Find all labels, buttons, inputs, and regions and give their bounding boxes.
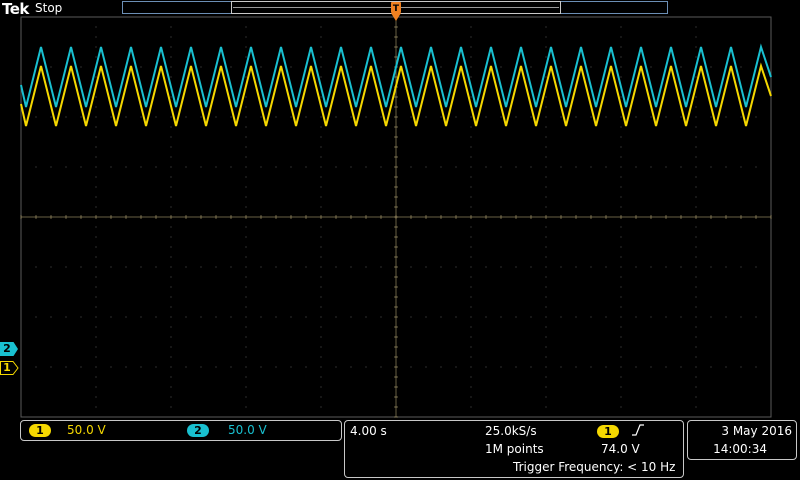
svg-text:T: T bbox=[393, 4, 400, 14]
trigger-slope-icon[interactable] bbox=[631, 423, 645, 437]
oscilloscope-screen: Tek Stop T 2 1 1 50.0 V 2 50.0 V 4.00 s … bbox=[0, 0, 800, 480]
ch1-ground-marker[interactable]: 1 bbox=[0, 361, 18, 375]
ch2-scale[interactable]: 50.0 V bbox=[228, 423, 267, 437]
record-length: 1M points bbox=[485, 442, 544, 456]
datetime-panel: 3 May 2016 14:00:34 bbox=[687, 420, 797, 460]
trigger-level[interactable]: 74.0 V bbox=[601, 442, 640, 456]
waveform-display[interactable]: T bbox=[0, 0, 800, 420]
ch1-scale[interactable]: 50.0 V bbox=[67, 423, 106, 437]
sample-rate: 25.0kS/s bbox=[485, 424, 537, 438]
trigger-frequency: Trigger Frequency: < 10 Hz bbox=[513, 460, 676, 474]
time-readout: 14:00:34 bbox=[713, 442, 767, 456]
horizontal-trigger-panel[interactable]: 4.00 s 25.0kS/s 1M points 1 74.0 V Trigg… bbox=[344, 420, 684, 478]
channel-readout-panel[interactable]: 1 50.0 V 2 50.0 V bbox=[20, 420, 342, 441]
time-per-division[interactable]: 4.00 s bbox=[350, 424, 387, 438]
date-readout: 3 May 2016 bbox=[721, 424, 792, 438]
ch2-badge[interactable]: 2 bbox=[187, 424, 209, 437]
ch1-badge[interactable]: 1 bbox=[29, 424, 51, 437]
trigger-source-badge[interactable]: 1 bbox=[597, 425, 619, 438]
